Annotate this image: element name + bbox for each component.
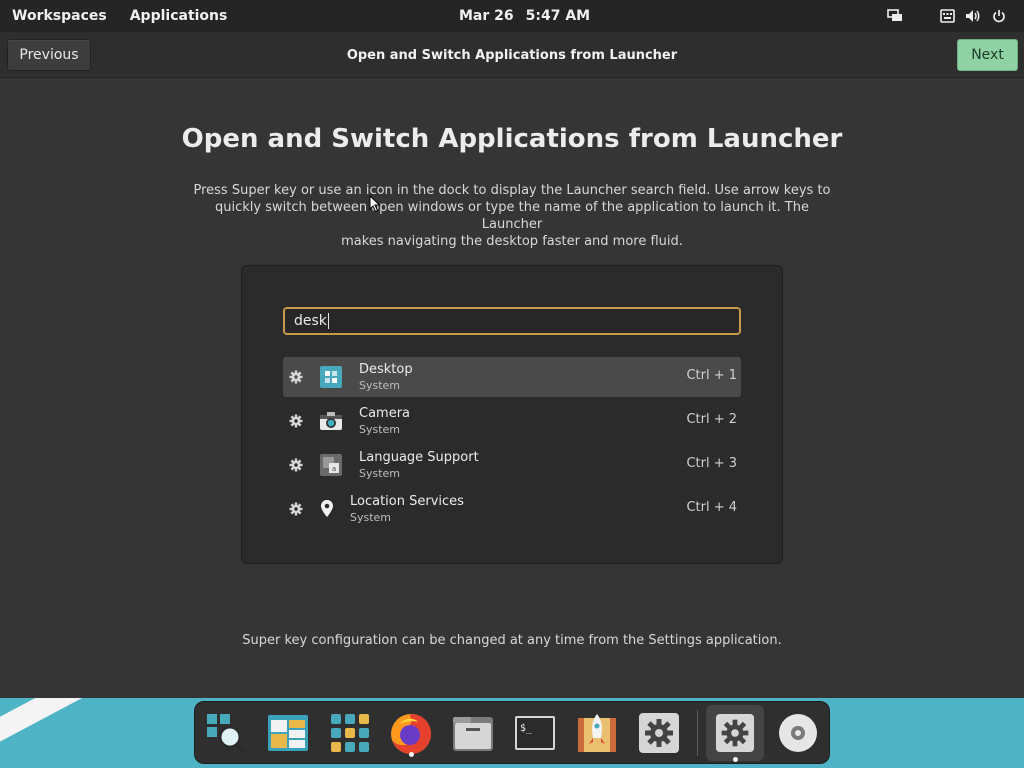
result-row-location-services[interactable]: Location Services System Ctrl + 4 [283,489,741,529]
header-title: Open and Switch Applications from Launch… [346,47,678,63]
launcher-search-input[interactable]: desk [283,307,741,335]
search-value: desk [294,313,327,329]
result-row-camera[interactable]: Camera System Ctrl + 2 [283,401,741,441]
result-name: Camera [359,406,411,421]
launcher-search-icon[interactable] [203,710,249,756]
previous-button[interactable]: Previous [7,39,91,71]
result-name: Desktop [359,362,413,377]
result-category: System [359,379,401,392]
files-window-icon[interactable] [265,710,311,756]
top-panel: Workspaces Applications Mar 26 5:47 AM [0,0,1024,32]
pop-shop-icon[interactable] [574,710,620,756]
result-name: Language Support [359,450,479,465]
result-category: System [359,467,401,480]
dock-separator [697,710,698,756]
result-shortcut: Ctrl + 1 [686,368,737,383]
running-indicator [732,757,738,762]
settings-icon[interactable] [636,710,682,756]
location-pin-icon [319,497,335,521]
header-bar: Previous Open and Switch Applications fr… [0,32,1024,78]
result-shortcut: Ctrl + 4 [686,500,737,515]
gear-icon [289,369,303,384]
result-shortcut: Ctrl + 3 [686,456,737,471]
description-line: Press Super key or use an icon in the do… [193,183,831,198]
keyboard-icon[interactable] [938,7,956,25]
running-indicator [408,752,414,757]
volume-icon[interactable] [964,7,982,25]
settings-active-icon[interactable] [706,705,764,762]
description-line: quickly switch between open windows or t… [215,200,809,232]
power-icon[interactable] [990,7,1008,25]
footnote: Super key configuration can be changed a… [242,633,782,648]
launcher-results: Desktop System Ctrl + 1 Camera System Ct… [283,357,741,533]
wallpaper-stripe [0,698,200,758]
gear-icon [289,413,303,428]
svg-text:a: a [332,465,336,473]
result-name: Location Services [350,494,464,509]
page-title: Open and Switch Applications from Launch… [181,124,843,154]
result-shortcut: Ctrl + 2 [686,412,737,427]
dock: $_ [194,701,830,764]
terminal-icon[interactable]: $_ [512,710,558,756]
result-row-language-support[interactable]: a Language Support System Ctrl + 3 [283,445,741,485]
display-icon[interactable] [886,7,904,25]
clock-date: Mar 26 [459,8,514,24]
firefox-icon[interactable] [388,710,434,757]
text-caret [327,313,329,329]
language-icon: a [319,453,343,477]
file-manager-icon[interactable] [450,710,496,756]
disc-icon[interactable] [775,710,821,756]
next-button[interactable]: Next [957,39,1018,71]
launcher-demo: desk Desktop System Ctrl + 1 Camera Syst… [241,265,783,564]
clock[interactable]: Mar 26 5:47 AM [459,0,590,32]
description-line: makes navigating the desktop faster and … [341,234,683,249]
svg-text:$_: $_ [520,723,533,734]
mouse-cursor-icon [369,194,381,213]
gear-icon [289,457,303,472]
desktop-settings-icon [319,365,343,389]
camera-icon [319,409,343,433]
clock-time: 5:47 AM [525,8,591,24]
result-category: System [350,511,392,524]
workspaces-button[interactable]: Workspaces [12,8,107,24]
applications-button[interactable]: Applications [130,8,228,24]
result-row-desktop[interactable]: Desktop System Ctrl + 1 [283,357,741,397]
description: Press Super key or use an icon in the do… [190,182,834,250]
app-grid-icon[interactable] [327,710,373,756]
gear-icon [289,501,303,516]
result-category: System [359,423,401,436]
